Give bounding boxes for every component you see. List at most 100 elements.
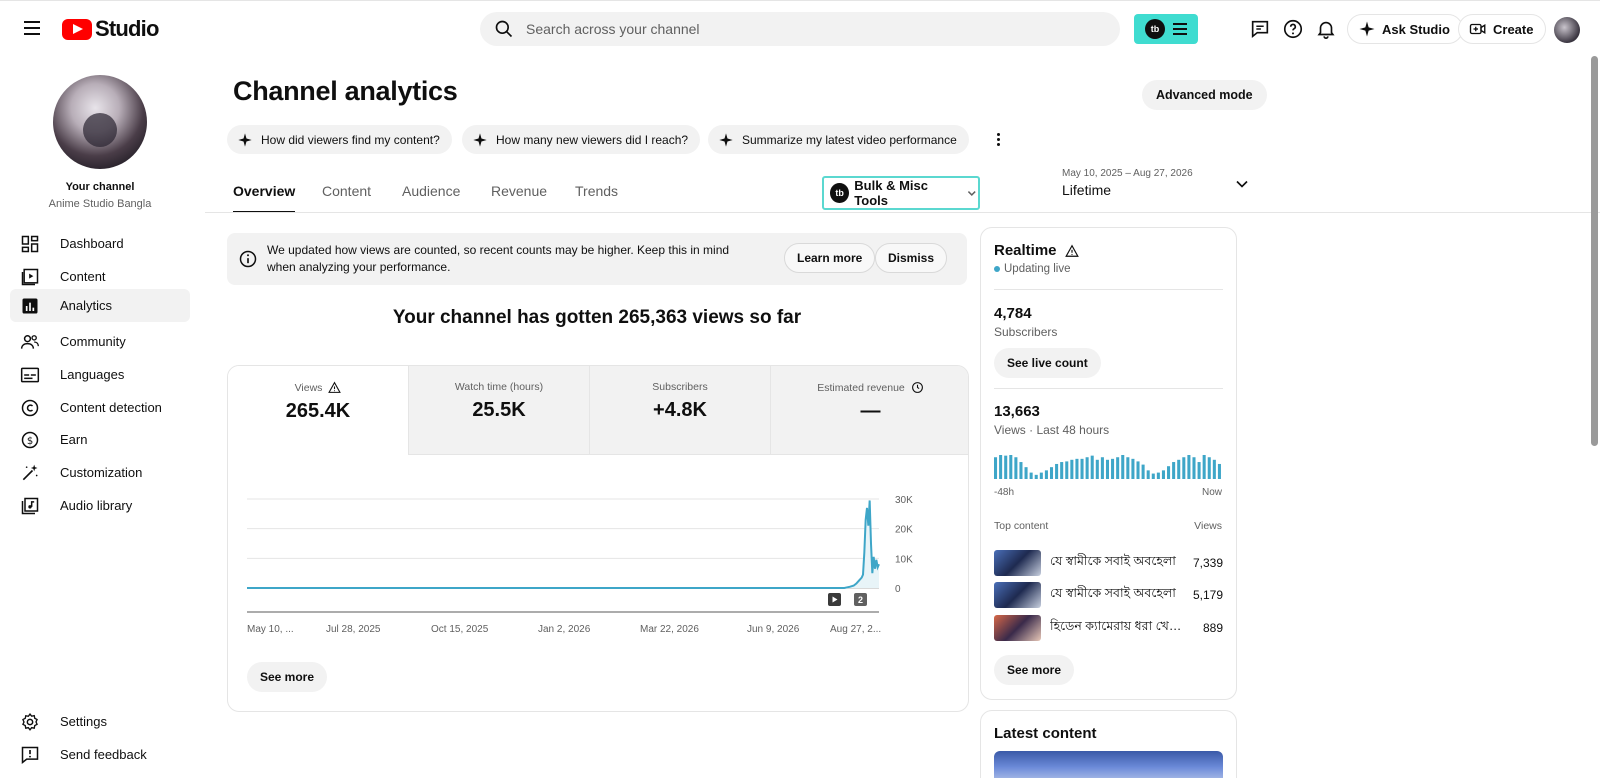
latest-video-thumbnail[interactable] [994, 751, 1223, 778]
dismiss-button[interactable]: Dismiss [875, 243, 948, 273]
marker-count-label: 2 [858, 595, 863, 605]
top-bar: Studio tb Ask Studio Create [0, 0, 1600, 56]
sidebar-item-label: Customization [60, 465, 143, 480]
your-channel-label: Your channel [65, 181, 135, 193]
tab-revenue[interactable]: Revenue [491, 183, 547, 213]
see-live-count-button[interactable]: See live count [994, 348, 1101, 378]
tab-trends[interactable]: Trends [575, 183, 618, 213]
tabs-divider [205, 212, 1600, 213]
learn-more-button[interactable]: Learn more [784, 243, 876, 273]
realtime-bar [1217, 463, 1221, 479]
sidebar-item-send-feedback[interactable]: Send feedback [10, 738, 190, 771]
sidebar-item-earn[interactable]: $ Earn [10, 423, 190, 456]
languages-icon [20, 365, 40, 385]
top-content-row[interactable]: যে স্বামীকে সবাই অবহেলা 5,179 [994, 581, 1223, 608]
clock-icon [911, 382, 923, 393]
realtime-bar [1202, 455, 1206, 479]
sidebar-item-content-detection[interactable]: Content detection [10, 391, 190, 424]
svg-text:$: $ [27, 435, 33, 446]
ask-studio-label: Ask Studio [1382, 21, 1450, 37]
sidebar-item-settings[interactable]: Settings [10, 705, 190, 738]
metric-label: Views [294, 381, 323, 394]
sparkle-icon [719, 132, 733, 147]
x-tick-label: Aug 27, 2... [830, 624, 881, 635]
analytics-icon [20, 296, 40, 316]
sparkle-icon [238, 132, 252, 147]
top-content-row[interactable]: হিডেন ক্যামেরায় ধরা খেলো 889 [994, 614, 1223, 641]
metric-tab-views[interactable]: Views 265.4K [228, 366, 409, 455]
realtime-bar [1090, 455, 1094, 479]
menu-icon[interactable] [20, 17, 44, 41]
account-avatar[interactable] [1554, 17, 1580, 43]
more-options-icon[interactable] [988, 129, 1008, 149]
suggestion-chip-viewers-find[interactable]: How did viewers find my content? [227, 125, 452, 154]
realtime-subscribers-label: Subscribers [994, 325, 1058, 339]
search-input[interactable] [526, 21, 1086, 37]
help-icon[interactable] [1281, 17, 1305, 41]
sparkle-icon [473, 132, 487, 147]
video-thumbnail [994, 581, 1041, 608]
realtime-views-value: 13,663 [994, 403, 1040, 420]
video-thumbnail [994, 614, 1041, 641]
community-icon [20, 332, 40, 352]
metric-label: Estimated revenue [817, 381, 905, 394]
realtime-bar [1156, 472, 1160, 479]
sidebar-item-analytics[interactable]: Analytics [10, 289, 190, 322]
studio-logo[interactable]: Studio [62, 16, 159, 42]
sparkle-icon [1359, 21, 1375, 37]
views-update-notice: We updated how views are counted, so rec… [227, 233, 967, 285]
metric-tab-subscribers[interactable]: Subscribers +4.8K [590, 366, 771, 455]
sidebar-item-audio-library[interactable]: Audio library [10, 489, 190, 522]
x-tick-label: Jun 9, 2026 [747, 624, 800, 635]
page-scrollbar[interactable] [1591, 56, 1598, 446]
tubebuddy-extension-button[interactable]: tb [1134, 14, 1198, 44]
realtime-bar [1212, 459, 1216, 479]
realtime-bar [1075, 458, 1079, 479]
realtime-bar [1085, 457, 1089, 479]
sidebar-item-label: Content detection [60, 400, 162, 415]
y-tick-label: 20K [895, 525, 913, 536]
top-content-row[interactable]: যে স্বামীকে সবাই অবহেলা 7,339 [994, 549, 1223, 576]
advanced-mode-button[interactable]: Advanced mode [1142, 80, 1267, 110]
tab-overview[interactable]: Overview [233, 183, 296, 213]
sidebar-item-customization[interactable]: Customization [10, 456, 190, 489]
audio-library-icon [20, 496, 40, 516]
suggestion-chip-new-viewers[interactable]: How many new viewers did I reach? [462, 125, 701, 154]
realtime-card: Realtime Updating live 4,784 Subscribers… [980, 227, 1237, 700]
x-tick-label: Jan 2, 2026 [538, 624, 591, 635]
sidebar-item-label: Languages [60, 367, 125, 382]
see-more-button[interactable]: See more [247, 662, 328, 692]
feedback-message-icon[interactable] [1248, 17, 1272, 41]
suggestion-chip-summarize[interactable]: Summarize my latest video performance [708, 125, 969, 154]
tab-content[interactable]: Content [322, 183, 371, 213]
see-more-top-content-button[interactable]: See more [994, 655, 1075, 685]
ask-studio-button[interactable]: Ask Studio [1347, 14, 1463, 44]
tab-audience[interactable]: Audience [402, 183, 460, 213]
metric-tab-watch-time[interactable]: Watch time (hours) 25.5K [409, 366, 590, 455]
x-tick-label: Mar 22, 2026 [640, 624, 699, 635]
video-title: যে স্বামীকে সবাই অবহেলা [1050, 553, 1176, 568]
chip-label: Summarize my latest video performance [742, 132, 957, 147]
sidebar-item-label: Settings [60, 714, 107, 729]
sidebar-item-dashboard[interactable]: Dashboard [10, 227, 190, 260]
channel-avatar[interactable] [53, 75, 147, 169]
create-button[interactable]: Create [1458, 14, 1547, 44]
realtime-views-bar-chart[interactable] [994, 447, 1223, 479]
metric-tab-revenue[interactable]: Estimated revenue — [771, 366, 968, 455]
views-line-chart[interactable]: 30K 20K 10K 0 2 May 10, ... Jul 28, 2025 Oct 15… [228, 455, 968, 645]
create-video-icon [1469, 23, 1486, 35]
notifications-bell-icon[interactable] [1314, 17, 1338, 41]
bulk-tools-label: Bulk & Misc Tools [854, 178, 928, 208]
bulk-misc-tools-button[interactable]: tb Bulk & Misc Tools [822, 176, 980, 210]
date-range-picker[interactable]: May 10, 2025 – Aug 27, 2026 Lifetime [1062, 168, 1193, 198]
create-label: Create [1493, 21, 1534, 37]
x-tick-label: May 10, ... [247, 624, 294, 635]
sidebar-item-label: Audio library [60, 498, 133, 513]
sidebar-item-community[interactable]: Community [10, 325, 190, 358]
search-bar[interactable] [480, 12, 1120, 46]
realtime-bar [1121, 455, 1125, 479]
chevron-down-icon[interactable] [1232, 174, 1252, 194]
metrics-card: Views 265.4K Watch time (hours) 25.5K Su… [227, 365, 969, 712]
realtime-bar [1131, 458, 1135, 479]
sidebar-item-languages[interactable]: Languages [10, 358, 190, 391]
